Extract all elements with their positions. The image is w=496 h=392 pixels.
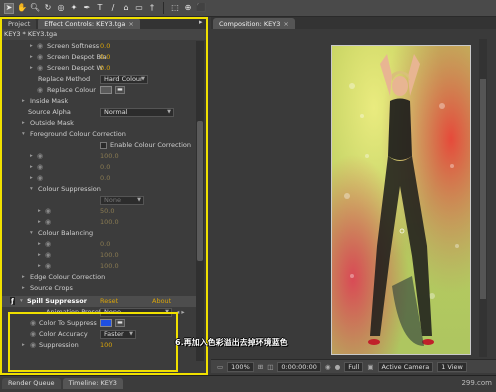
zoom-dropdown[interactable]: 100% [227,361,254,372]
safe-zones-icon[interactable]: ⊞ [258,363,263,371]
watermark: 299.com [461,379,492,387]
camera-dropdown[interactable]: Active Camera [377,361,434,372]
brush-tool-icon[interactable]: ∕ [108,3,118,14]
bottom-panel-strip: Render Queue Timeline: KEY3 299.com [0,375,496,392]
composition-frame[interactable] [331,45,471,355]
text-tool-icon[interactable]: T [95,3,105,14]
channel-icon[interactable]: ● [335,363,341,371]
effect-controls-panel: KEY3 * KEY3.tga ▸ ◉ Screen Softness 0.0 … [0,17,208,375]
puppet-tool-icon[interactable]: † [147,3,157,14]
tutorial-caption: 6.再加入色彩溢出去掉环境蓝色 [175,338,288,347]
composition-viewer: ▭ 100% ⊞ ◫ 0:00:00:00 ◉ ● Full ▣ Active … [211,29,496,375]
hand-tool-icon[interactable]: ✋ [17,3,27,14]
tools-panel: ➤ ✋ 🔍︎ ↻ ◎ ✦ ✒ T ∕ ⌂ ▭ † ⬚ ⊕ ⬛ [0,0,496,17]
timeline-label: Timeline: KEY3 [68,379,117,387]
highlight-spill-frame [8,312,178,372]
viewer-scrollbar[interactable] [479,39,487,357]
view-axis-icon[interactable]: ⬛ [196,3,206,14]
local-axis-icon[interactable]: ⬚ [170,3,180,14]
snapshot-icon[interactable]: ◉ [325,363,331,371]
region-of-interest-icon[interactable]: ▣ [367,363,373,371]
selection-tool-icon[interactable]: ➤ [4,2,14,14]
timecode-field[interactable]: 0:00:00:00 [277,361,321,372]
viewer-tab-strip: Composition: KEY3 × [211,17,496,29]
world-axis-icon[interactable]: ⊕ [183,3,193,14]
toolbar-divider [163,2,164,14]
app-window: ➤ ✋ 🔍︎ ↻ ◎ ✦ ✒ T ∕ ⌂ ▭ † ⬚ ⊕ ⬛ Project E… [0,0,496,392]
bottom-tabs: Render Queue Timeline: KEY3 [2,378,123,389]
viewer-control-bar: ▭ 100% ⊞ ◫ 0:00:00:00 ◉ ● Full ▣ Active … [211,359,496,373]
clone-stamp-icon[interactable]: ⌂ [121,3,131,14]
rotate-tool-icon[interactable]: ↻ [43,3,53,14]
pen-tool-icon[interactable]: ✒ [82,3,92,14]
render-queue-label: Render Queue [8,379,55,387]
composition-image [332,46,470,354]
pan-behind-icon[interactable]: ✦ [69,3,79,14]
composition-tab-label: Composition: KEY3 [219,19,281,28]
zoom-tool-icon[interactable]: 🔍︎ [30,3,40,14]
scrollbar-thumb[interactable] [480,79,486,299]
eraser-icon[interactable]: ▭ [134,3,144,14]
tab-composition[interactable]: Composition: KEY3 × [213,18,295,29]
tab-timeline[interactable]: Timeline: KEY3 [62,378,123,389]
resolution-dropdown[interactable]: Full [344,361,364,372]
mask-icon[interactable]: ◫ [267,363,273,371]
close-icon[interactable]: × [283,20,288,28]
camera-orbit-icon[interactable]: ◎ [56,3,66,14]
tab-render-queue[interactable]: Render Queue [2,378,61,389]
views-dropdown[interactable]: 1 View [437,361,467,372]
always-preview-icon[interactable]: ▭ [217,363,223,371]
